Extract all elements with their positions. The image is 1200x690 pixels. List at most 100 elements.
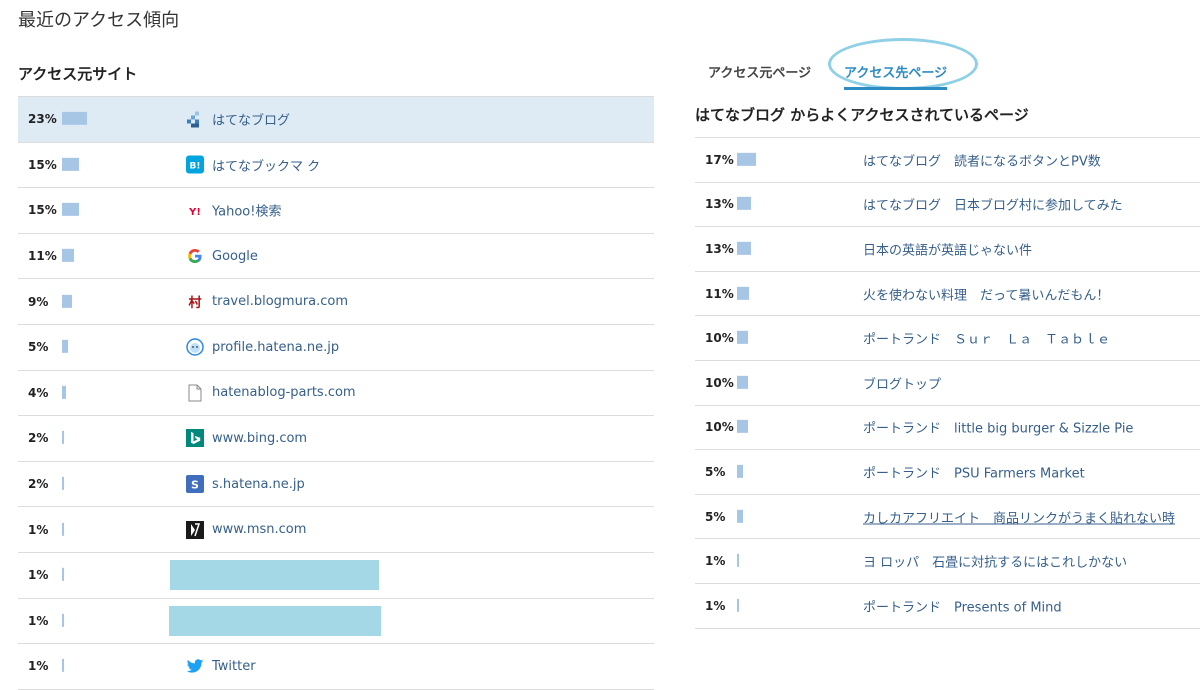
destination-page-link[interactable]: はてなブログ 日本ブログ村に参加してみた	[863, 195, 1123, 214]
destination-pages-heading: はてなブログ からよくアクセスされているページ	[695, 106, 1029, 124]
referrer-site-link[interactable]: B! はてなブックマ ク	[186, 155, 320, 174]
page-tabs: アクセス元ページ アクセス先ページ	[695, 38, 1200, 90]
share-percent: 13%	[705, 241, 734, 256]
share-bar	[62, 476, 65, 490]
referrer-site-link[interactable]: 村 travel.blogmura.com	[186, 293, 348, 311]
share-percent: 1%	[705, 554, 726, 569]
referrer-site-link[interactable]: Google	[186, 247, 258, 265]
destination-page-row: 17% はてなブログ 読者になるボタンとPV数	[695, 138, 1200, 183]
destination-page-row: 10% ポートランド little big burger & Sizzle Pie	[695, 406, 1200, 451]
hatena-blog-icon	[186, 110, 204, 128]
referrer-site-label: www.bing.com	[212, 430, 308, 446]
referrer-site-label: Google	[212, 248, 258, 264]
referrer-site-link[interactable]: Y! Yahoo!検索	[186, 201, 281, 220]
referrer-site-link[interactable]: www.msn.com	[186, 520, 306, 539]
share-bar	[62, 157, 79, 171]
share-bar	[62, 248, 75, 262]
share-percent: 9%	[28, 294, 49, 309]
share-bar	[737, 464, 743, 478]
destination-page-link[interactable]: ヨ ロッパ 石畳に対抗するにはこれしかない	[863, 552, 1127, 571]
referrer-site-row[interactable]: 5% profile.hatena.ne.jp	[18, 325, 654, 371]
svg-text:S: S	[191, 479, 199, 492]
referrer-site-row[interactable]: 4% hatenablog-parts.com	[18, 371, 654, 417]
referrer-site-label: はてなブログ	[212, 113, 291, 129]
referrer-site-row[interactable]: 23% はてなブログ	[18, 97, 654, 143]
share-percent: 5%	[705, 464, 726, 479]
referrer-site-label: s.hatena.ne.jp	[212, 476, 305, 492]
share-percent: 1%	[28, 613, 49, 628]
referrer-site-label: profile.hatena.ne.jp	[212, 339, 340, 355]
destination-page-row: 11% 火を使わない料理 だって暑いんだもん！	[695, 272, 1200, 317]
destination-page-link[interactable]: ポートランド little big burger & Sizzle Pie	[863, 418, 1133, 437]
referrer-site-row[interactable]: 15% B! はてなブックマ ク	[18, 143, 654, 189]
referrer-site-link[interactable]: Ss.hatena.ne.jp	[186, 475, 305, 494]
referrer-site-label: はてなブックマ ク	[212, 159, 321, 175]
referrer-site-row[interactable]: 11% Google	[18, 234, 654, 280]
destination-page-row: 10% ブログトップ	[695, 361, 1200, 406]
redacted-site-block	[169, 605, 381, 636]
tab-referrer-pages[interactable]: アクセス元ページ	[708, 62, 811, 81]
referrer-site-link[interactable]: hatenablog-parts.com	[186, 384, 356, 402]
destination-page-row: 1% ポートランド Presents of Mind	[695, 584, 1200, 629]
redacted-site-block	[170, 560, 379, 591]
destination-page-link[interactable]: ポートランド Ｓｕｒ Ｌａ Ｔａｂｌｅ	[863, 329, 1110, 348]
share-bar	[62, 385, 67, 399]
referrer-site-row[interactable]: 9% 村 travel.blogmura.com	[18, 279, 654, 325]
share-bar	[62, 568, 64, 582]
share-percent: 17%	[705, 152, 734, 167]
destination-page-link[interactable]: 火を使わない料理 だって暑いんだもん！	[863, 284, 1109, 303]
referrer-site-row[interactable]: 1% Twitter	[18, 644, 654, 690]
share-percent: 13%	[705, 197, 734, 212]
yahoo-icon: Y!	[186, 201, 204, 219]
destination-page-row: 5% ポートランド PSU Farmers Market	[695, 450, 1200, 495]
share-percent: 10%	[705, 375, 734, 390]
share-bar	[737, 286, 750, 300]
referrer-site-link[interactable]: profile.hatena.ne.jp	[186, 338, 340, 357]
share-bar	[737, 331, 748, 345]
referrer-site-link[interactable]: Twitter	[186, 657, 256, 675]
destination-page-link[interactable]: ブログトップ	[863, 373, 941, 392]
page-title: 最近のアクセス傾向	[18, 10, 180, 31]
share-percent: 1%	[28, 522, 49, 537]
share-bar	[737, 241, 752, 255]
svg-text:村: 村	[188, 295, 201, 311]
share-bar	[62, 522, 64, 536]
share-percent: 4%	[28, 385, 49, 400]
referrer-site-row[interactable]: 1% www.msn.com	[18, 507, 654, 553]
share-percent: 10%	[705, 331, 734, 346]
share-percent: 2%	[28, 477, 49, 492]
share-percent: 2%	[28, 431, 49, 446]
destination-page-link[interactable]: ポートランド PSU Farmers Market	[863, 462, 1085, 481]
referrer-site-link[interactable]: www.bing.com	[186, 429, 308, 448]
destination-page-link[interactable]: はてなブログ 読者になるボタンとPV数	[863, 150, 1101, 169]
destination-page-row: 1% ヨ ロッパ 石畳に対抗するにはこれしかない	[695, 539, 1200, 584]
bing-icon	[186, 429, 204, 448]
destination-page-row: 13% はてなブログ 日本ブログ村に参加してみた	[695, 183, 1200, 228]
share-bar	[737, 375, 748, 389]
referrer-site-link[interactable]: はてなブログ	[186, 110, 290, 129]
referrer-sites-list: 23% はてなブログ 15% B! はてなブックマ ク 15% Y! Yahoo!検索 11% G…	[18, 96, 654, 690]
destination-pages-list: 17% はてなブログ 読者になるボタンとPV数 13% はてなブログ 日本ブログ村に参…	[695, 137, 1200, 629]
referrer-site-row[interactable]: 1%	[18, 553, 654, 599]
tab-destination-pages[interactable]: アクセス先ページ	[844, 62, 948, 90]
share-bar	[737, 152, 756, 166]
referrer-site-row[interactable]: 2% Ss.hatena.ne.jp	[18, 462, 654, 508]
share-bar	[62, 613, 64, 627]
share-percent: 1%	[28, 568, 49, 583]
referrer-site-row[interactable]: 15% Y! Yahoo!検索	[18, 188, 654, 234]
share-percent: 1%	[28, 659, 49, 674]
share-bar	[737, 598, 739, 612]
msn-icon	[186, 520, 204, 539]
share-percent: 5%	[705, 509, 726, 524]
svg-text:B!: B!	[190, 162, 201, 172]
blogmura-icon: 村	[186, 293, 204, 311]
hatena-s-icon: S	[186, 475, 204, 494]
referrer-site-row[interactable]: 2% www.bing.com	[18, 416, 654, 462]
referrer-site-row[interactable]: 1%	[18, 599, 654, 645]
share-bar	[737, 553, 739, 567]
destination-page-link[interactable]: 日本の英語が英語じゃない件	[863, 239, 1032, 258]
destination-page-link[interactable]: ポートランド Presents of Mind	[863, 596, 1062, 615]
destination-page-link[interactable]: カしカアフリエイト 商品リンクがうまく貼れない時	[863, 507, 1175, 526]
referrer-site-label: Yahoo!検索	[212, 204, 282, 220]
destination-page-row: 5% カしカアフリエイト 商品リンクがうまく貼れない時	[695, 495, 1200, 540]
